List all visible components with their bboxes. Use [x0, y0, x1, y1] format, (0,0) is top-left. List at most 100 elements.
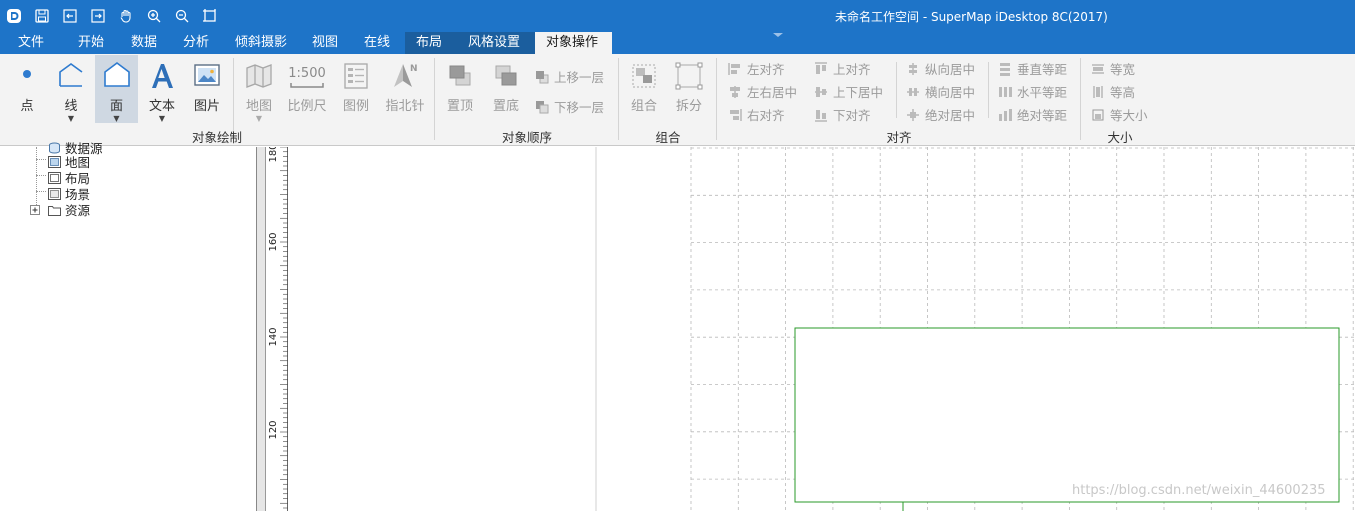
- tab-layout[interactable]: 布局: [405, 32, 455, 54]
- insert-scale-button[interactable]: 1:500 比例尺: [285, 60, 329, 122]
- insert-north-arrow-button[interactable]: N 指北针: [383, 60, 427, 122]
- polygon-icon: [101, 60, 133, 92]
- ruler-label: 180: [268, 147, 279, 163]
- zoom-in-icon[interactable]: [144, 6, 164, 26]
- save-icon[interactable]: [32, 6, 52, 26]
- north-arrow-icon: N: [389, 60, 421, 92]
- align-top-icon: [814, 62, 828, 76]
- ribbon-collapse-icon[interactable]: [772, 32, 784, 38]
- tab-object-operations[interactable]: 对象操作: [535, 32, 612, 54]
- ribbon-separator: [618, 58, 619, 140]
- layout-map-frame[interactable]: [794, 327, 1340, 503]
- chevron-down-icon: ▼: [67, 114, 75, 123]
- horizontal-center-button[interactable]: 横向居中: [906, 82, 975, 101]
- vertical-center-button[interactable]: 纵向居中: [906, 59, 975, 78]
- ribbon-separator: [434, 58, 435, 140]
- align-top-button[interactable]: 上对齐: [814, 59, 871, 78]
- tab-online[interactable]: 在线: [356, 32, 398, 54]
- tab-style-settings[interactable]: 风格设置: [455, 32, 535, 54]
- same-size-icon: [1091, 108, 1105, 122]
- watermark-text: https://blog.csdn.net/weixin_44600235: [1072, 483, 1326, 498]
- app-logo-icon[interactable]: [4, 6, 24, 26]
- horizontal-center-icon: [906, 85, 920, 99]
- tab-file[interactable]: 文件: [10, 32, 52, 54]
- ribbon-separator: [716, 58, 717, 140]
- v-equal-space-icon: [998, 62, 1012, 76]
- align-right-button[interactable]: 右对齐: [728, 105, 785, 124]
- svg-text:N: N: [410, 64, 418, 74]
- chevron-down-icon: ▼: [255, 114, 263, 123]
- horizontal-equal-spacing-button[interactable]: 水平等距: [998, 82, 1067, 101]
- text-icon: [146, 60, 178, 92]
- align-center-horizontal-button[interactable]: 左右居中: [728, 82, 797, 101]
- zoom-out-icon[interactable]: [172, 6, 192, 26]
- line-icon: [55, 60, 87, 92]
- ribbon-separator: [1080, 58, 1081, 140]
- move-up-icon: [535, 70, 549, 84]
- tab-oblique-photography[interactable]: 倾斜摄影: [227, 32, 295, 54]
- move-down-one-layer-button[interactable]: 下移一层: [535, 97, 604, 116]
- group-label-object-draw: 对象绘制: [191, 130, 243, 145]
- group-label-size: 大小: [1107, 130, 1133, 145]
- same-size-button[interactable]: 等大小: [1091, 105, 1148, 124]
- align-center-v-icon: [814, 85, 828, 99]
- align-center-h-icon: [728, 85, 742, 99]
- ruler-label: 120: [268, 420, 279, 439]
- insert-map-button[interactable]: 地图 ▼: [240, 60, 278, 123]
- svg-text:1:500: 1:500: [288, 66, 325, 81]
- full-extent-icon[interactable]: [200, 6, 220, 26]
- draw-line-button[interactable]: 线 ▼: [52, 60, 90, 123]
- vertical-equal-spacing-button[interactable]: 垂直等距: [998, 59, 1067, 78]
- draw-text-button[interactable]: 文本 ▼: [143, 60, 181, 123]
- send-to-back-button[interactable]: 置底: [487, 60, 525, 122]
- bring-to-front-icon: [444, 60, 476, 92]
- draw-point-button[interactable]: 点: [10, 60, 44, 122]
- bring-to-front-button[interactable]: 置顶: [441, 60, 479, 122]
- align-center-vertical-button[interactable]: 上下居中: [814, 82, 883, 101]
- vertical-ruler: 180 160 140 120: [266, 143, 288, 511]
- map-node-icon: [48, 155, 61, 168]
- group-label-object-order: 对象顺序: [501, 130, 553, 145]
- align-bottom-button[interactable]: 下对齐: [814, 105, 871, 124]
- align-bottom-icon: [814, 108, 828, 122]
- absolute-equal-spacing-button[interactable]: 绝对等距: [998, 105, 1067, 124]
- ribbon-separator: [988, 62, 989, 118]
- h-equal-space-icon: [998, 85, 1012, 99]
- group-objects-button[interactable]: 组合: [625, 60, 663, 122]
- insert-legend-button[interactable]: 图例: [337, 60, 375, 122]
- same-width-icon: [1091, 62, 1105, 76]
- chevron-down-icon: ▼: [113, 114, 120, 123]
- expand-plus-icon[interactable]: [30, 204, 40, 215]
- group-icon: [628, 60, 660, 92]
- window-title: 未命名工作空间 - SuperMap iDesktop 8C(2017): [835, 10, 1108, 24]
- folder-icon: [48, 205, 61, 216]
- ribbon: 点 线 ▼ 面 ▼ 文本 ▼ 图片 地图 ▼ 1:500 比例尺 图例 N 指北…: [0, 54, 1355, 146]
- pane-splitter[interactable]: [256, 147, 266, 511]
- tab-start[interactable]: 开始: [70, 32, 112, 54]
- align-left-button[interactable]: 左对齐: [728, 59, 785, 78]
- scale-bar-icon: 1:500: [285, 60, 329, 92]
- workspace-tree: 数据源 地图 布局 场景 资源: [0, 141, 258, 511]
- tab-view[interactable]: 视图: [304, 32, 346, 54]
- image-icon: [191, 60, 223, 92]
- absolute-center-button[interactable]: 绝对居中: [906, 105, 975, 124]
- export-icon[interactable]: [88, 6, 108, 26]
- tab-data[interactable]: 数据: [123, 32, 165, 54]
- tree-item-resources[interactable]: 资源: [30, 200, 90, 219]
- tab-analysis[interactable]: 分析: [175, 32, 217, 54]
- draw-image-button[interactable]: 图片: [188, 60, 226, 122]
- import-icon[interactable]: [60, 6, 80, 26]
- layout-canvas[interactable]: [288, 147, 1355, 511]
- ungroup-objects-button[interactable]: 拆分: [670, 60, 708, 122]
- ribbon-tab-bar: 文件 开始 数据 分析 倾斜摄影 视图 在线 布局 风格设置 对象操作: [0, 32, 1355, 54]
- same-width-button[interactable]: 等宽: [1091, 59, 1135, 78]
- pan-hand-icon[interactable]: [116, 6, 136, 26]
- scene-node-icon: [48, 187, 61, 200]
- chevron-down-icon: ▼: [158, 114, 166, 123]
- same-height-icon: [1091, 85, 1105, 99]
- move-up-one-layer-button[interactable]: 上移一层: [535, 67, 604, 86]
- draw-polygon-button[interactable]: 面 ▼: [95, 55, 138, 123]
- same-height-button[interactable]: 等高: [1091, 82, 1135, 101]
- quick-access-toolbar: [4, 6, 220, 26]
- send-to-back-icon: [490, 60, 522, 92]
